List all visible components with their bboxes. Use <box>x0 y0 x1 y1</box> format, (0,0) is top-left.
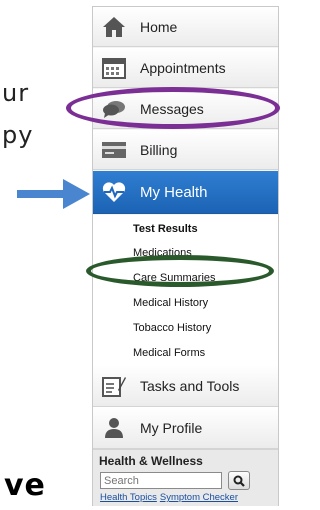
health-wellness-title: Health & Wellness <box>99 454 203 468</box>
health-links: Health Topics Symptom Checker <box>100 492 241 503</box>
submenu-item-medical-forms[interactable]: Medical Forms <box>133 347 205 359</box>
nav-label: My Profile <box>140 419 203 436</box>
slide-text-fragment: py <box>2 121 34 149</box>
nav-item-my-profile[interactable]: My Profile <box>93 407 278 449</box>
submenu-item-medical-history[interactable]: Medical History <box>133 297 208 309</box>
link-symptom-checker[interactable]: Symptom Checker <box>160 492 238 503</box>
submenu-item-tobacco-history[interactable]: Tobacco History <box>133 322 211 334</box>
home-icon <box>101 15 127 39</box>
nav-item-my-health[interactable]: My Health <box>93 171 278 214</box>
nav-label: Billing <box>140 141 178 158</box>
nav-label: Appointments <box>140 59 226 76</box>
submenu-item-test-results[interactable]: Test Results <box>133 223 198 235</box>
search-button[interactable] <box>228 471 250 490</box>
slide-text-fragment: ur <box>2 79 30 107</box>
health-wellness-panel: Health & Wellness Health TopicsSymptom C… <box>93 449 278 506</box>
nav-item-home[interactable]: Home <box>93 7 278 47</box>
slide-text-fragment: ve <box>4 468 46 503</box>
nav-item-appointments[interactable]: Appointments <box>93 48 278 88</box>
nav-label: Tasks and Tools <box>140 377 240 394</box>
billing-card-icon <box>101 138 127 162</box>
my-health-submenu: Test Results Medications Care Summaries … <box>93 215 278 370</box>
tasks-icon <box>101 374 127 398</box>
search-icon <box>233 475 245 487</box>
person-icon <box>101 416 127 440</box>
nav-item-tasks-and-tools[interactable]: Tasks and Tools <box>93 365 278 407</box>
health-search-input[interactable] <box>100 472 222 489</box>
nav-item-billing[interactable]: Billing <box>93 130 278 170</box>
nav-label: My Health <box>140 183 208 201</box>
annotation-oval-messages <box>66 87 280 129</box>
link-health-topics[interactable]: Health Topics <box>100 492 157 503</box>
nav-label: Home <box>140 18 178 35</box>
annotation-oval-care-summaries <box>86 255 274 287</box>
calendar-icon <box>101 56 127 80</box>
annotation-arrow-icon <box>17 179 90 209</box>
heartbeat-icon <box>101 180 127 204</box>
